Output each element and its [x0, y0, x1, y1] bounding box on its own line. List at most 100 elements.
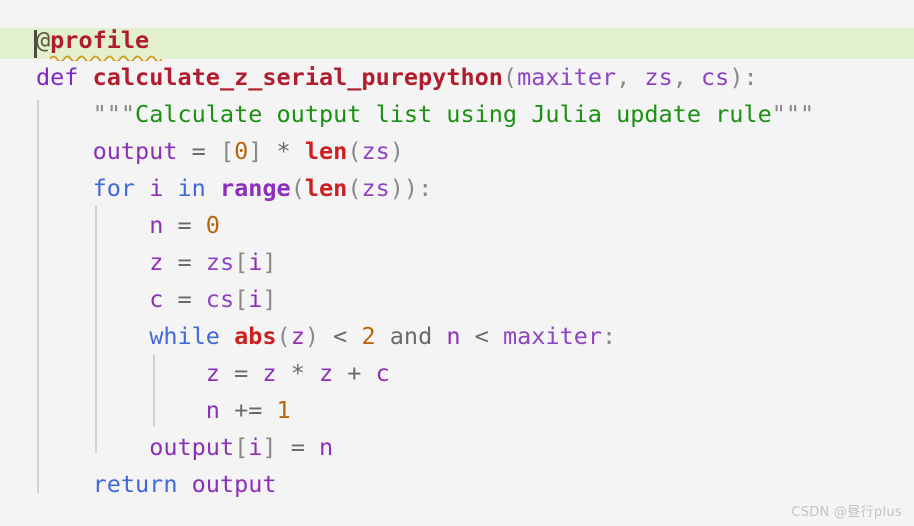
parameter-maxiter: maxiter [517, 63, 617, 91]
docstring-text: Calculate output list using Julia update… [135, 100, 772, 128]
paren-close: ) [389, 137, 404, 165]
assign-operator: = [163, 248, 206, 276]
variable-maxiter: maxiter [502, 322, 603, 350]
keyword-def: def [36, 63, 79, 91]
builtin-range: range [219, 174, 291, 202]
assign-operator: = [163, 211, 206, 239]
bracket-close: ] [262, 248, 277, 276]
keyword-for: for [92, 174, 136, 202]
paren-open: ( [276, 322, 291, 350]
paren-close: ) [304, 322, 320, 350]
code-line-5[interactable]: for i in range(len(zs)): [0, 170, 914, 207]
code-line-10[interactable]: z = z * z + c [0, 355, 914, 392]
variable-z: z [205, 359, 220, 387]
variable-n: n [205, 396, 220, 424]
code-line-2[interactable]: def calculate_z_serial_purepython(maxite… [0, 59, 914, 96]
parameter-zs: zs [644, 63, 673, 91]
paren-open: ( [347, 174, 362, 202]
argument-z: z [290, 322, 305, 350]
plus-operator: + [333, 359, 376, 387]
code-line-6[interactable]: n = 0 [0, 207, 914, 244]
paren-open: ( [502, 63, 518, 91]
number-literal: 1 [276, 396, 291, 424]
variable-output: output [92, 137, 178, 165]
index-i: i [248, 248, 263, 276]
builtin-abs: abs [234, 322, 277, 350]
assign-operator: = [177, 137, 220, 165]
watermark: CSDN @昼行plus [791, 505, 902, 520]
operand-z: z [262, 359, 277, 387]
variable-n: n [446, 322, 461, 350]
index-i: i [248, 433, 263, 461]
less-than-operator: < [319, 322, 362, 350]
function-name: calculate_z_serial_purepython [92, 63, 503, 91]
builtin-len: len [304, 137, 348, 165]
loop-variable-i: i [135, 174, 178, 202]
code-content[interactable]: @profile def calculate_z_serial_purepyth… [0, 0, 914, 526]
keyword-in: in [177, 174, 206, 202]
bracket-open: [ [234, 248, 249, 276]
operand-z: z [319, 359, 334, 387]
variable-output: output [149, 433, 235, 461]
code-line-13[interactable]: return output [0, 466, 914, 503]
builtin-len: len [304, 174, 348, 202]
number-literal: 0 [205, 211, 220, 239]
variable-c: c [149, 285, 164, 313]
decorator-name: profile [50, 26, 150, 54]
variable-n: n [319, 433, 334, 461]
assign-operator: = [219, 359, 263, 387]
keyword-return: return [92, 470, 178, 498]
variable-zs: zs [205, 248, 235, 276]
paren-open: ( [347, 137, 362, 165]
index-i: i [248, 285, 263, 313]
bracket-close: ] [262, 285, 277, 313]
operand-c: c [375, 359, 390, 387]
comma: , [616, 63, 645, 91]
code-line-12[interactable]: output[i] = n [0, 429, 914, 466]
paren-close: ) [389, 174, 404, 202]
assign-operator: = [276, 433, 319, 461]
docstring-quote-open: """ [92, 100, 136, 128]
multiply-operator: * [276, 359, 319, 387]
keyword-and: and [375, 322, 447, 350]
paren-close: ) [403, 174, 419, 202]
multiply-operator: * [262, 137, 305, 165]
code-line-4[interactable]: output = [0] * len(zs) [0, 133, 914, 170]
code-line-9[interactable]: while abs(z) < 2 and n < maxiter: [0, 318, 914, 355]
code-line-11[interactable]: n += 1 [0, 392, 914, 429]
code-editor[interactable]: @profile def calculate_z_serial_purepyth… [0, 0, 914, 526]
decorator-at-symbol: @ [36, 26, 51, 54]
argument-zs: zs [361, 174, 390, 202]
colon: : [418, 174, 433, 202]
number-literal: 2 [361, 322, 376, 350]
assign-operator: = [163, 285, 206, 313]
code-line-8[interactable]: c = cs[i] [0, 281, 914, 318]
bracket-open: [ [234, 433, 249, 461]
plus-assign-operator: += [219, 396, 277, 424]
less-than-operator: < [460, 322, 503, 350]
bracket-open: [ [219, 137, 235, 165]
code-line-7[interactable]: z = zs[i] [0, 244, 914, 281]
variable-cs: cs [205, 285, 235, 313]
keyword-while: while [149, 322, 220, 350]
bracket-open: [ [234, 285, 249, 313]
variable-n: n [149, 211, 164, 239]
variable-output: output [191, 470, 277, 498]
code-line-3[interactable]: """Calculate output list using Julia upd… [0, 96, 914, 133]
docstring-quote-close: """ [771, 100, 815, 128]
colon: : [743, 63, 758, 91]
